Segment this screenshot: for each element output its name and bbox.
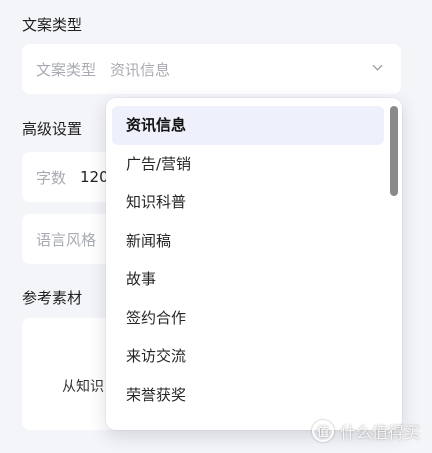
watermark-logo-icon: 值 (311, 420, 334, 442)
watermark-text: 什么值得买 (339, 423, 420, 442)
word-count-prefix: 字数 (36, 168, 67, 187)
content-type-dropdown[interactable]: 资讯信息 广告/营销 知识科普 新闻稿 故事 签约合作 来访交流 荣誉获奖 (106, 98, 402, 430)
content-type-value: 资讯信息 (110, 60, 171, 79)
watermark: 值 什么值得买 (311, 419, 420, 443)
dropdown-item-visit-exchange[interactable]: 来访交流 (112, 337, 384, 376)
dropdown-item-knowledge[interactable]: 知识科普 (112, 183, 384, 222)
word-count-value: 120 (80, 168, 109, 186)
dropdown-item-ad-marketing[interactable]: 广告/营销 (112, 145, 384, 184)
dropdown-item-news-info[interactable]: 资讯信息 (112, 106, 384, 145)
dropdown-item-press-release[interactable]: 新闻稿 (112, 222, 384, 261)
chevron-down-icon (372, 64, 383, 71)
app-page: 文案类型 文案类型 资讯信息 高级设置 字数 120 语言风格 参考素材 从知识… (0, 0, 432, 453)
dropdown-list: 资讯信息 广告/营销 知识科普 新闻稿 故事 签约合作 来访交流 荣誉获奖 (112, 106, 384, 414)
section-label-reference: 参考素材 (22, 289, 83, 307)
section-label-content-type: 文案类型 (22, 16, 83, 34)
dropdown-item-signing[interactable]: 签约合作 (112, 299, 384, 338)
content-type-select[interactable]: 文案类型 资讯信息 (22, 44, 401, 94)
dropdown-item-honor-award[interactable]: 荣誉获奖 (112, 376, 384, 415)
content-type-prefix: 文案类型 (36, 60, 97, 79)
dropdown-item-story[interactable]: 故事 (112, 260, 384, 299)
language-style-prefix: 语言风格 (36, 230, 97, 249)
dropdown-scrollbar[interactable] (390, 104, 398, 424)
section-label-advanced: 高级设置 (22, 120, 83, 138)
dropdown-scrollbar-thumb[interactable] (390, 106, 398, 196)
reference-hint: 从知识 (62, 379, 104, 395)
